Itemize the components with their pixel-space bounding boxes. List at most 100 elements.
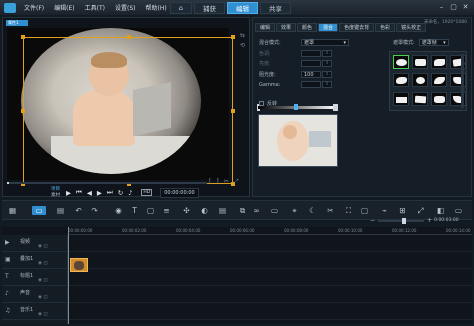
gamma-slider-knob[interactable] [294, 104, 298, 110]
mask-preset[interactable] [412, 73, 428, 88]
subtab-chroma-key[interactable]: 色度键去背 [339, 23, 375, 32]
menu-help[interactable]: 帮助(H) [145, 3, 166, 12]
hue-field[interactable] [301, 50, 321, 57]
timeremap-icon[interactable]: ▭ [270, 206, 279, 215]
next-frame-icon[interactable]: ▶ [97, 189, 102, 197]
resize-handle-tl[interactable] [21, 35, 25, 39]
menu-settings[interactable]: 设置(S) [115, 3, 136, 12]
preview-canvas[interactable] [7, 28, 235, 186]
mask-preset[interactable] [431, 55, 447, 69]
track-toggle-icons[interactable]: ◉ ◫ [38, 312, 48, 317]
hd-badge[interactable]: HD [141, 189, 153, 196]
overlay-selection-frame[interactable] [21, 35, 235, 186]
menu-file[interactable]: 文件(F) [24, 3, 44, 12]
timeline-view-icon[interactable]: ▭ [32, 206, 46, 215]
home-tab[interactable]: ⌂ [170, 2, 192, 14]
resize-handle-tm[interactable] [127, 35, 131, 39]
expand-icon[interactable]: ⤢ [234, 178, 239, 186]
mask-preset[interactable] [393, 55, 409, 69]
flip-icon[interactable]: ⇆ [240, 32, 245, 39]
mark-out-icon[interactable]: ] [216, 178, 218, 186]
end-icon[interactable]: ⏭ [107, 188, 113, 197]
volume-icon[interactable]: ♪ [128, 189, 132, 197]
track-toggle-icons[interactable]: ◉ ◫ [38, 244, 48, 249]
fx-icon[interactable]: ⤢ [416, 206, 425, 215]
overlay-clip[interactable] [70, 258, 88, 272]
rotate-icon[interactable]: ⟲ [240, 42, 245, 49]
text-icon[interactable]: T [130, 206, 139, 215]
mark-in-icon[interactable]: [ [209, 178, 211, 186]
motion-icon[interactable]: ✣ [182, 206, 191, 215]
tab-share[interactable]: 共享 [260, 2, 291, 14]
stabilize-icon[interactable]: ▢ [360, 206, 369, 215]
subtab-color[interactable]: 颜色 [297, 23, 318, 32]
subtab-lens[interactable]: 镜头校正 [396, 23, 427, 32]
export-icon[interactable]: ▭ [454, 206, 463, 215]
record-capture-icon[interactable]: ◉ [114, 206, 123, 215]
frame-icon[interactable]: ▢ [146, 206, 155, 215]
brightness-field[interactable] [301, 60, 321, 67]
opacity-spinner[interactable]: ⇕ [322, 71, 332, 78]
maximize-icon[interactable]: ▢ [449, 3, 458, 11]
gamma-field[interactable] [301, 81, 321, 88]
zoom-in-icon[interactable]: + [427, 217, 432, 224]
title-lane[interactable] [68, 269, 472, 286]
split-icon[interactable]: ✂ [224, 178, 229, 186]
track-toggle-icons[interactable]: ◉ ◫ [38, 261, 48, 266]
tab-edit[interactable]: 编辑 [227, 2, 258, 14]
music-lane[interactable] [68, 303, 472, 320]
track-header[interactable]: ▶ 视频 ◉ ◫ [2, 235, 68, 252]
gamma-spinner[interactable]: ⇕ [322, 81, 332, 88]
track-header[interactable]: ♫ 音乐1 ◉ ◫ [2, 303, 68, 320]
preview-scrubber[interactable] [7, 182, 207, 184]
overlay-lane[interactable] [68, 252, 472, 269]
crop-icon[interactable]: ⧉ [238, 206, 247, 215]
mask-preset[interactable] [431, 73, 447, 88]
track-header[interactable]: ▣ 叠加1 ◉ ◫ [2, 252, 68, 269]
player-tab[interactable]: 属性1 [6, 20, 28, 26]
resize-handle-ml[interactable] [21, 109, 25, 113]
zoom-slider[interactable] [378, 217, 425, 224]
scene-icon[interactable]: ◧ [436, 206, 445, 215]
mask-preset[interactable] [412, 91, 428, 106]
track-toggle-icons[interactable]: ◉ ◫ [38, 295, 48, 300]
subtab-blend[interactable]: 混合 [318, 23, 339, 32]
time-ruler[interactable]: 00:00:00:00 00:00:02:00 00:00:04:00 00:00:0… [68, 227, 472, 235]
hue-spinner[interactable]: ⇕ [322, 50, 332, 57]
menu-edit[interactable]: 编辑(E) [54, 3, 74, 12]
track-toggle-icons[interactable]: ◉ ◫ [38, 278, 48, 283]
track-header[interactable]: ♪ 声音 ◉ ◫ [2, 286, 68, 303]
mask-type-select[interactable]: 遮罩帧 ▾ [418, 39, 449, 46]
mask-creator-icon[interactable]: ◐ [200, 206, 209, 215]
minimize-icon[interactable]: – [437, 3, 446, 11]
tab-capture[interactable]: 捕获 [194, 2, 225, 14]
close-icon[interactable]: ✕ [461, 3, 470, 11]
invert-checkbox[interactable] [259, 101, 264, 106]
repeat-icon[interactable]: ↻ [118, 189, 123, 197]
redo-icon[interactable]: ↷ [90, 206, 99, 215]
home-start-icon[interactable]: ⏮ [76, 188, 82, 197]
mask-preset[interactable] [393, 91, 409, 106]
storyboard-view-icon[interactable]: ▦ [8, 206, 17, 215]
subtab-edit[interactable]: 编辑 [255, 23, 276, 32]
color-grading-icon[interactable]: ☾ [308, 206, 317, 215]
split-screen-icon[interactable]: ✂ [326, 206, 335, 215]
timeline-playhead[interactable] [68, 227, 69, 324]
mask-preset[interactable] [412, 55, 428, 69]
scrubber-position[interactable] [7, 182, 9, 184]
menu-tools[interactable]: 工具(T) [85, 3, 105, 12]
mask-preset[interactable] [431, 91, 447, 106]
mask-preset[interactable] [393, 73, 409, 88]
mode-clip[interactable]: 素材 [51, 193, 60, 199]
undo-icon[interactable]: ↶ [74, 206, 83, 215]
play-icon[interactable]: ▶ [66, 189, 71, 197]
opacity-field[interactable]: 100 [301, 71, 321, 78]
pan-zoom-icon[interactable]: ▤ [218, 206, 227, 215]
lines-icon[interactable]: ≡ [162, 206, 171, 215]
timecode-display[interactable]: 00:00:00:00 [160, 187, 199, 198]
brightness-spinner[interactable]: ⇕ [322, 60, 332, 67]
blend-mode-select[interactable]: 遮罩 ▾ [301, 39, 349, 46]
track-manager-icon[interactable]: ▤ [56, 206, 65, 215]
link-icon[interactable]: ∞ [252, 206, 261, 215]
prev-frame-icon[interactable]: ◀ [87, 189, 92, 197]
